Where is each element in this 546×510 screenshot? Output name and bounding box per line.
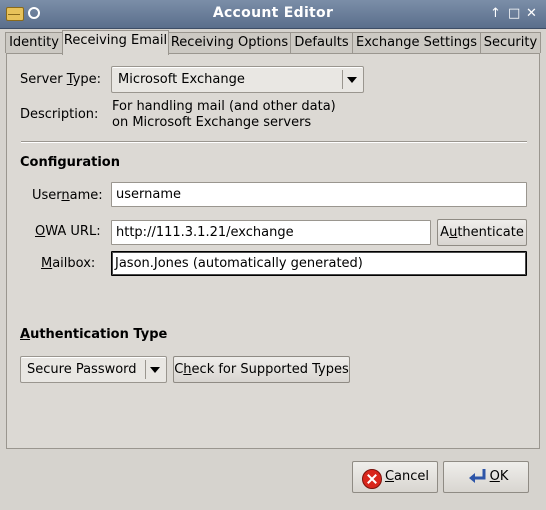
- tab-defaults[interactable]: Defaults: [290, 32, 353, 53]
- ok-return-icon: [469, 469, 486, 483]
- tab-security[interactable]: Security: [480, 32, 541, 53]
- tab-exchange-settings[interactable]: Exchange Settings: [352, 32, 481, 53]
- authenticate-button[interactable]: Authenticate: [437, 219, 527, 246]
- tab-receiving-options[interactable]: Receiving Options: [168, 32, 291, 53]
- authentication-type-value: Secure Password: [27, 362, 137, 377]
- cancel-button[interactable]: Cancel: [352, 461, 438, 493]
- authentication-type-combo[interactable]: Secure Password: [20, 356, 167, 383]
- dropdown-arrow-icon: [347, 77, 357, 83]
- tab-identity[interactable]: Identity: [5, 32, 63, 53]
- separator: [21, 141, 527, 143]
- shade-up-icon[interactable]: ↑: [490, 6, 501, 22]
- receiving-email-panel: Server Type: Microsoft Exchange Descript…: [6, 53, 540, 449]
- username-input[interactable]: username: [111, 182, 527, 207]
- ok-button[interactable]: OK: [443, 461, 529, 493]
- check-supported-types-button[interactable]: Check for Supported Types: [173, 356, 350, 383]
- owa-url-label: OWA URL:: [35, 224, 101, 239]
- description-line-1: For handling mail (and other data): [112, 99, 336, 114]
- close-icon[interactable]: ✕: [526, 6, 537, 22]
- cancel-icon: [362, 469, 382, 489]
- owa-url-input[interactable]: http://111.3.1.21/exchange: [111, 220, 431, 245]
- configuration-heading: Configuration: [20, 155, 120, 170]
- description-line-2: on Microsoft Exchange servers: [112, 115, 312, 130]
- mailbox-label: Mailbox:: [41, 256, 96, 271]
- mailbox-field[interactable]: Jason.Jones (automatically generated): [111, 251, 527, 276]
- window-title: Account Editor: [212, 5, 334, 21]
- server-type-combo[interactable]: Microsoft Exchange: [111, 66, 364, 93]
- server-type-label: Server Type:: [20, 72, 102, 87]
- title-bar: Account Editor ↑ □ ✕: [0, 0, 546, 29]
- authentication-type-heading: Authentication Type: [20, 327, 168, 342]
- tab-receiving-email[interactable]: Receiving Email: [62, 30, 169, 55]
- dropdown-arrow-icon: [150, 367, 160, 373]
- description-label: Description:: [20, 107, 99, 122]
- server-type-value: Microsoft Exchange: [118, 72, 245, 87]
- maximize-icon[interactable]: □: [508, 6, 520, 22]
- tab-bar: Identity Receiving Email Receiving Optio…: [5, 30, 541, 55]
- username-label: Username:: [32, 188, 103, 203]
